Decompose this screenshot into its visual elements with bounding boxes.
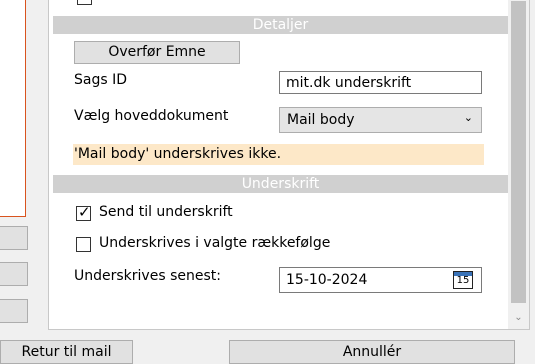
checkmark-icon: ✓	[78, 203, 91, 221]
main-form-panel: Detaljer Overfør Emne Sags ID Vælg hoved…	[48, 0, 530, 330]
signature-section-header: Underskrift	[53, 175, 508, 193]
case-id-label: Sags ID	[74, 72, 128, 88]
return-to-mail-button[interactable]: Retur til mail	[0, 340, 133, 364]
send-for-signature-checkbox[interactable]: ✓	[76, 203, 91, 221]
chevron-down-icon: ⌄	[463, 111, 473, 124]
send-for-signature-label: Send til underskrift	[99, 204, 233, 220]
scrollbar-thumb[interactable]	[511, 1, 526, 303]
left-side-button[interactable]	[0, 226, 28, 250]
partial-checkbox[interactable]	[77, 0, 92, 5]
calendar-icon-day: 15	[456, 275, 470, 286]
case-id-input[interactable]	[279, 71, 482, 94]
main-document-selected-value: Mail body	[287, 112, 355, 128]
deadline-label: Underskrives senest:	[74, 268, 221, 284]
scroll-down-arrow-icon[interactable]: ⌄	[512, 312, 525, 324]
main-document-label: Vælg hoveddokument	[74, 108, 229, 124]
calendar-icon[interactable]: 15	[453, 271, 473, 289]
warning-message: 'Mail body' underskrives ikke.	[73, 144, 484, 165]
signed-in-order-label: Underskrives i valgte rækkefølge	[99, 235, 331, 251]
left-panel	[0, 0, 26, 217]
left-side-button[interactable]	[0, 262, 28, 286]
cancel-button[interactable]: Annullér	[229, 340, 515, 364]
deadline-date-picker[interactable]: 15-10-2024 15	[279, 267, 482, 293]
vertical-scrollbar[interactable]: ⌄	[508, 0, 529, 329]
main-document-select[interactable]: Mail body ⌄	[279, 107, 482, 133]
deadline-date-value: 15-10-2024	[286, 272, 368, 288]
transfer-subject-button[interactable]: Overfør Emne	[74, 41, 240, 64]
signed-in-order-checkbox[interactable]	[76, 237, 91, 252]
left-side-button[interactable]	[0, 299, 28, 323]
details-section-header: Detaljer	[53, 16, 508, 34]
